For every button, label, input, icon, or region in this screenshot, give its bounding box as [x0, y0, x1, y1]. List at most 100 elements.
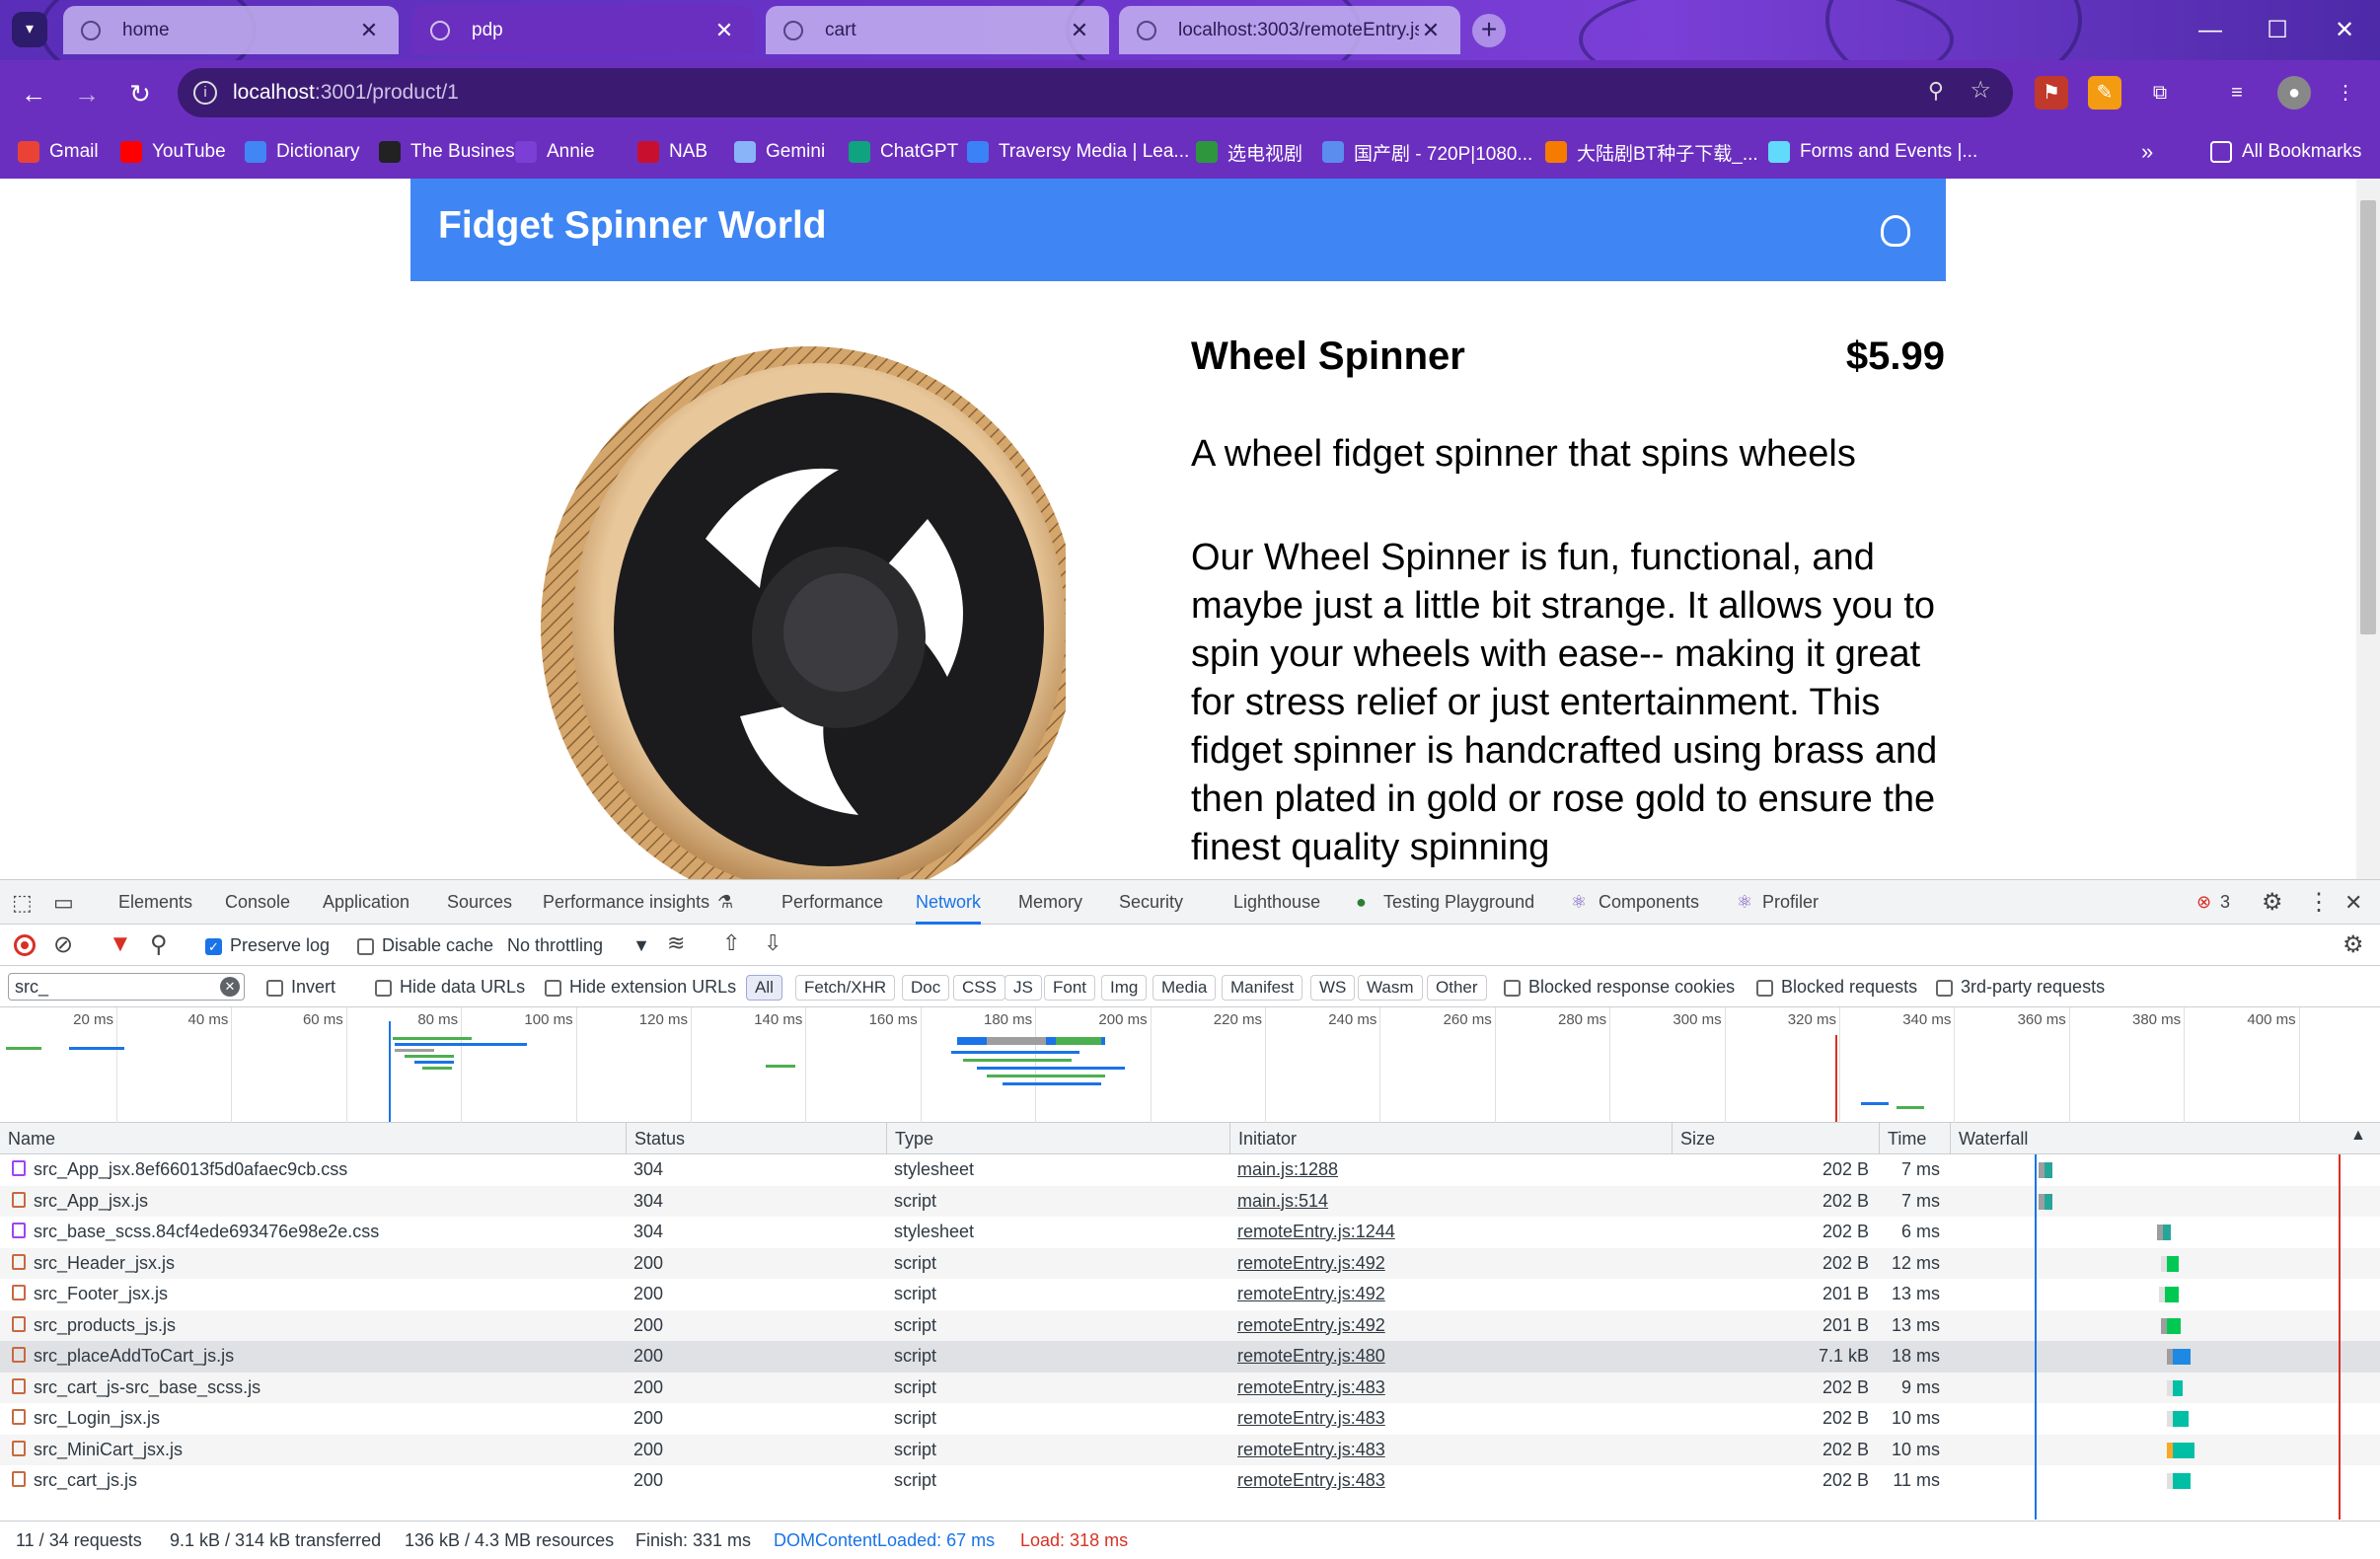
request-initiator-text[interactable]: remoteEntry.js:1244: [1237, 1222, 1395, 1241]
column-header-status[interactable]: Status: [626, 1123, 886, 1154]
all-bookmarks-button[interactable]: All Bookmarks: [2210, 125, 2361, 179]
bookmark-item[interactable]: 国产剧 - 720P|1080...: [1322, 125, 1532, 179]
request-initiator[interactable]: remoteEntry.js:492: [1229, 1248, 1672, 1280]
table-row[interactable]: src_products_js.js 200 script remoteEntry.j…: [0, 1309, 2380, 1342]
table-row[interactable]: src_Header_jsx.js 200 script remoteEntry.js…: [0, 1247, 2380, 1280]
request-initiator-text[interactable]: remoteEntry.js:483: [1237, 1408, 1385, 1428]
bookmark-item[interactable]: Dictionary: [245, 125, 359, 179]
close-icon[interactable]: ✕: [357, 18, 381, 43]
blocked-requests-checkbox[interactable]: Blocked requests: [1756, 977, 1917, 998]
media-controls-icon[interactable]: ≡: [2220, 76, 2254, 110]
search-icon[interactable]: ⚲: [150, 930, 168, 959]
hide-data-urls-checkbox[interactable]: Hide data URLs: [375, 977, 525, 998]
type-filter-manifest[interactable]: Manifest: [1222, 975, 1303, 1001]
network-conditions-icon[interactable]: ≋: [667, 930, 685, 956]
devtools-tab-testing-playground[interactable]: Testing Playground: [1383, 880, 1534, 925]
devtools-tab-application[interactable]: Application: [323, 880, 409, 925]
back-arrow-icon[interactable]: ←: [14, 74, 53, 113]
request-initiator[interactable]: remoteEntry.js:483: [1229, 1435, 1672, 1466]
table-row[interactable]: src_cart_js.js 200 script remoteEntry.js:48…: [0, 1465, 2380, 1497]
table-row[interactable]: src_cart_js-src_base_scss.js 200 script rem…: [0, 1372, 2380, 1404]
bookmark-item[interactable]: YouTube: [120, 125, 226, 179]
disable-cache-checkbox[interactable]: Disable cache: [357, 935, 493, 956]
request-initiator[interactable]: remoteEntry.js:492: [1229, 1310, 1672, 1342]
request-initiator-text[interactable]: remoteEntry.js:483: [1237, 1440, 1385, 1459]
new-tab-button[interactable]: +: [1472, 14, 1506, 47]
type-filter-css[interactable]: CSS: [953, 975, 1005, 1001]
error-icon[interactable]: ⊗: [2196, 880, 2211, 925]
bookmark-item[interactable]: Forms and Events |...: [1768, 125, 1977, 179]
network-settings-icon[interactable]: ⚙: [2343, 930, 2364, 959]
menu-dots-icon[interactable]: ⋮: [2329, 76, 2362, 110]
table-row[interactable]: src_base_scss.84cf4ede693476e98e2e.css 30…: [0, 1217, 2380, 1248]
devtools-tab-lighthouse[interactable]: Lighthouse: [1233, 880, 1320, 925]
close-icon[interactable]: ✕: [1419, 18, 1443, 43]
column-header-waterfall[interactable]: Waterfall: [1950, 1123, 2380, 1154]
request-initiator-text[interactable]: remoteEntry.js:483: [1237, 1470, 1385, 1490]
close-icon[interactable]: ✕: [1068, 18, 1091, 43]
type-filter-all[interactable]: All: [746, 975, 782, 1001]
bookmark-star-icon[interactable]: ☆: [1970, 76, 1991, 105]
bookmark-item[interactable]: ChatGPT: [849, 125, 958, 179]
zoom-icon[interactable]: ⚲: [1928, 78, 1944, 104]
type-filter-media[interactable]: Media: [1153, 975, 1217, 1001]
request-initiator-text[interactable]: main.js:1288: [1237, 1159, 1338, 1179]
clear-icon[interactable]: ⊘: [53, 930, 73, 959]
export-har-icon[interactable]: ⇩: [764, 930, 781, 956]
type-filter-doc[interactable]: Doc: [902, 975, 950, 1001]
bookmark-item[interactable]: The Business: [379, 125, 524, 179]
table-row[interactable]: src_MiniCart_jsx.js 200 script remoteEntry.…: [0, 1434, 2380, 1466]
column-header-initiator[interactable]: Initiator: [1229, 1123, 1672, 1154]
request-initiator[interactable]: main.js:1288: [1229, 1154, 1672, 1186]
request-initiator[interactable]: remoteEntry.js:492: [1229, 1279, 1672, 1310]
bookmark-item[interactable]: 选电视剧: [1196, 125, 1302, 179]
request-initiator[interactable]: remoteEntry.js:483: [1229, 1403, 1672, 1435]
request-initiator[interactable]: remoteEntry.js:483: [1229, 1465, 1672, 1497]
scrollbar-thumb[interactable]: [2360, 200, 2376, 634]
page-scrollbar[interactable]: [2356, 179, 2380, 879]
preserve-log-checkbox[interactable]: ✓ Preserve log: [205, 935, 330, 956]
request-initiator[interactable]: remoteEntry.js:1244: [1229, 1217, 1672, 1248]
devtools-tab-performance-insights[interactable]: Performance insights: [543, 880, 709, 925]
tab-search-button[interactable]: ▾: [12, 12, 47, 47]
request-initiator-text[interactable]: remoteEntry.js:483: [1237, 1377, 1385, 1397]
table-row[interactable]: src_Login_jsx.js 200 script remoteEntry.js:…: [0, 1403, 2380, 1435]
table-row[interactable]: src_placeAddToCart_js.js 200 script remoteE…: [0, 1341, 2380, 1373]
profile-avatar[interactable]: ●: [2277, 76, 2311, 110]
extension-icon[interactable]: ✎: [2088, 76, 2121, 110]
inspect-element-icon[interactable]: ⬚: [12, 880, 33, 925]
request-initiator-text[interactable]: main.js:514: [1237, 1191, 1328, 1211]
close-devtools-icon[interactable]: ✕: [2344, 880, 2362, 925]
device-toolbar-icon[interactable]: ▭: [53, 880, 74, 925]
reload-icon[interactable]: ↻: [120, 74, 160, 113]
browser-tab-remote-entry[interactable]: localhost:3003/remoteEntry.js ✕: [1119, 6, 1460, 54]
column-header-type[interactable]: Type: [886, 1123, 1229, 1154]
column-header-name[interactable]: Name: [0, 1123, 626, 1154]
type-filter-js[interactable]: JS: [1004, 975, 1042, 1001]
table-row[interactable]: src_App_jsx.js 304 script main.js:514 202 B 7…: [0, 1185, 2380, 1217]
invert-checkbox[interactable]: Invert: [266, 977, 335, 998]
site-info-icon[interactable]: i: [193, 81, 217, 105]
devtools-tab-profiler[interactable]: Profiler: [1762, 880, 1819, 925]
third-party-requests-checkbox[interactable]: 3rd-party requests: [1936, 977, 2105, 998]
bookmark-item[interactable]: Traversy Media | Lea...: [967, 125, 1189, 179]
filter-icon[interactable]: ▼: [109, 930, 132, 958]
type-filter-fetch-xhr[interactable]: Fetch/XHR: [795, 975, 896, 1001]
request-initiator-text[interactable]: remoteEntry.js:492: [1237, 1315, 1385, 1335]
request-initiator[interactable]: remoteEntry.js:480: [1229, 1341, 1672, 1373]
close-icon[interactable]: ✕: [712, 18, 736, 43]
request-initiator[interactable]: remoteEntry.js:483: [1229, 1373, 1672, 1404]
table-row[interactable]: src_App_jsx.8ef66013f5d0afaec9cb.css 304 s…: [0, 1154, 2380, 1186]
sort-ascending-icon[interactable]: ▲: [2350, 1127, 2366, 1145]
blocked-response-cookies-checkbox[interactable]: Blocked response cookies: [1504, 977, 1735, 998]
bookmark-item[interactable]: 大陆剧BT种子下载_...: [1545, 125, 1758, 179]
hide-extension-urls-checkbox[interactable]: Hide extension URLs: [545, 977, 736, 998]
extension-icon[interactable]: ⚑: [2035, 76, 2068, 110]
bookmark-item[interactable]: Annie: [515, 125, 595, 179]
browser-tab-home[interactable]: home ✕: [63, 6, 399, 54]
network-overview-timeline[interactable]: 20 ms 40 ms 60 ms 80 ms 100 ms 120 ms 140 ms 16…: [0, 1007, 2380, 1123]
type-filter-img[interactable]: Img: [1101, 975, 1148, 1001]
window-close-icon[interactable]: ✕: [2311, 0, 2378, 60]
table-row[interactable]: src_Footer_jsx.js 200 script remoteEntry.js…: [0, 1279, 2380, 1310]
devtools-tab-security[interactable]: Security: [1119, 880, 1183, 925]
